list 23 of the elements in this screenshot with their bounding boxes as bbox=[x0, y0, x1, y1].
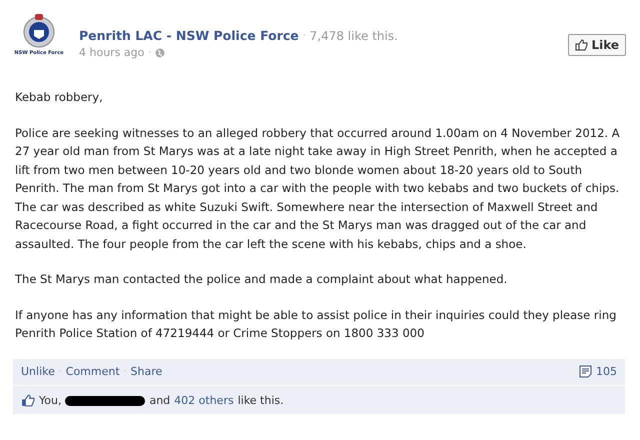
action-link[interactable]: Share bbox=[130, 365, 162, 378]
separator-dot: · bbox=[148, 48, 152, 58]
likes-suffix: like this. bbox=[238, 394, 284, 407]
thumbs-up-icon bbox=[575, 39, 588, 51]
likes-you: You, bbox=[39, 394, 62, 407]
separator-dot: · bbox=[124, 366, 127, 376]
action-link[interactable]: Comment bbox=[66, 365, 120, 378]
others-link[interactable]: 402 others bbox=[174, 394, 234, 407]
action-link[interactable]: Unlike bbox=[21, 365, 55, 378]
likes-and: and bbox=[149, 394, 170, 407]
like-button[interactable]: Like bbox=[568, 34, 626, 56]
thumbs-up-icon bbox=[21, 394, 35, 407]
police-badge-icon bbox=[22, 12, 56, 48]
comment-icon[interactable] bbox=[579, 365, 592, 378]
separator-dot: · bbox=[302, 30, 306, 40]
post-paragraph: The St Marys man contacted the police and made a complaint about what happened. bbox=[15, 271, 508, 288]
post-paragraph: Kebab robbery, bbox=[15, 89, 104, 106]
separator-dot: · bbox=[58, 366, 62, 376]
page-name-link[interactable]: Penrith LAC - NSW Police Force bbox=[79, 28, 299, 43]
post-paragraph: If anyone has any information that might be able to assist police in their inquiries could they please ring Penrith Police Station of 47219444 or Crime Stoppers on 1800 333 000 bbox=[15, 306, 618, 342]
post-paragraph: Police are seeking witnesses to an alleged robbery that occurred around 1.00am on 4 November 2012. A 27 year old man from St Marys was at a late night take away in High Street Penrith, when he accepted a lift from two men between 10-20 years old and two blonde women about 18-20 years old to South Penrith. The man from St Marys got into a car with the people with two kebabs and two buckets of chips. The car was described as white Suzuki Swift. Somewhere near the intersection of Maxwell Street and Racecourse Road, a fight occurred in the car and the St Marys man was dragged out of the car and assaulted. The four people from the car left the scene with his kebabs, chips and a shoe. bbox=[15, 124, 620, 252]
comment-count[interactable]: 105 bbox=[596, 365, 617, 378]
page-likes-count: 7,478 like this. bbox=[310, 28, 398, 42]
